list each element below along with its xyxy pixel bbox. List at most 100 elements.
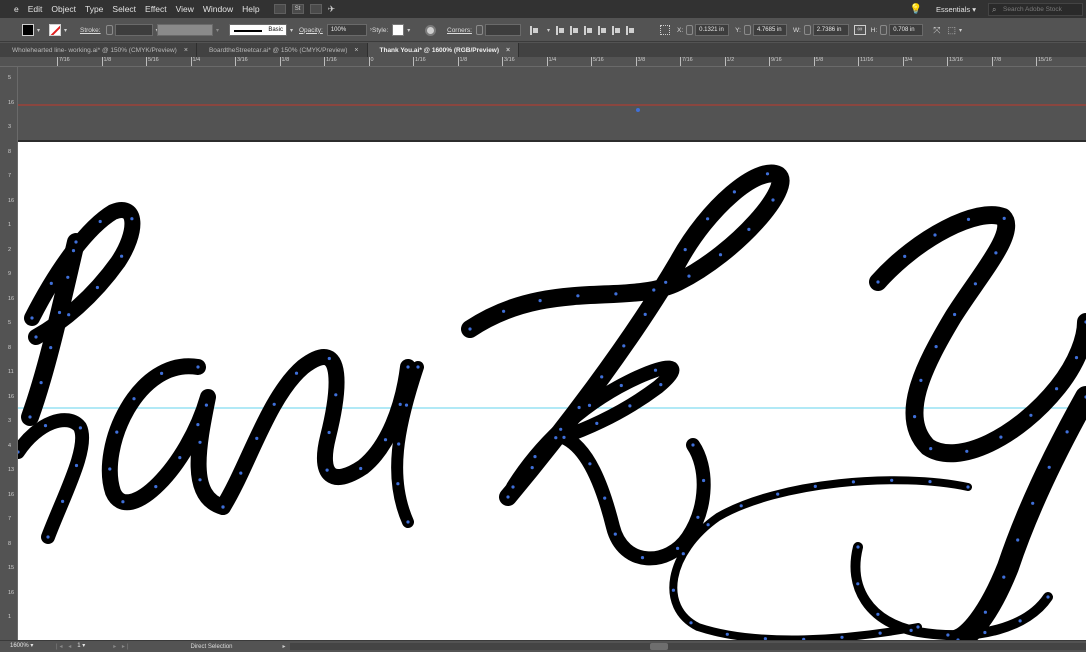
document-canvas[interactable]	[18, 67, 1086, 640]
anchor-point[interactable]	[272, 402, 276, 406]
anchor-point[interactable]	[1046, 595, 1050, 599]
anchor-points-layer[interactable]	[18, 67, 1086, 640]
anchor-point[interactable]	[999, 435, 1003, 439]
workspace-switcher[interactable]: Essentials ▾	[936, 5, 976, 14]
anchor-point[interactable]	[933, 233, 937, 237]
anchor-point[interactable]	[120, 254, 124, 258]
align-bottom-icon[interactable]	[626, 25, 635, 35]
artboard-number[interactable]: 1 ▾	[77, 642, 107, 651]
menu-select[interactable]: Select	[112, 4, 136, 14]
anchor-point[interactable]	[198, 478, 202, 482]
stroke-swatch[interactable]	[49, 24, 61, 36]
anchor-point[interactable]	[1002, 216, 1006, 220]
anchor-point[interactable]	[919, 378, 923, 382]
anchor-point[interactable]	[34, 335, 38, 339]
anchor-point[interactable]	[671, 588, 676, 592]
x-spinner[interactable]	[686, 25, 694, 35]
anchor-point[interactable]	[71, 249, 76, 253]
align-left-icon[interactable]	[556, 25, 565, 35]
artboard-nav-prev[interactable]: |◂ ◂	[56, 643, 73, 650]
corners-field[interactable]	[484, 24, 521, 36]
anchor-point[interactable]	[562, 435, 566, 439]
brush-definition[interactable]: Basic	[229, 24, 287, 36]
status-tool[interactable]: Direct Selection	[191, 644, 279, 650]
w-spinner[interactable]	[803, 25, 811, 35]
anchor-point[interactable]	[530, 466, 534, 470]
menu-object[interactable]: Object	[51, 4, 76, 14]
anchor-point[interactable]	[325, 468, 329, 472]
tab-wholehearted[interactable]: Wholehearted line- working.ai* @ 150% (C…	[0, 43, 197, 57]
anchor-point[interactable]	[61, 499, 65, 503]
anchor-point[interactable]	[30, 316, 34, 320]
tab-boardthestreetcar[interactable]: BoardtheStreetcar.ai* @ 150% (CMYK/Previ…	[197, 43, 368, 57]
anchor-point[interactable]	[39, 381, 43, 385]
anchor-point[interactable]	[653, 368, 658, 372]
anchor-point[interactable]	[851, 480, 856, 484]
arrange-documents-icon[interactable]	[309, 4, 322, 14]
vertical-ruler[interactable]: 5 16 3 8 7 16 1 2 9 16 5 8 11 16 3 4 13 16 7 8 15 16 1	[0, 67, 18, 640]
anchor-point[interactable]	[1055, 387, 1059, 391]
anchor-point[interactable]	[18, 450, 20, 454]
anchor-point[interactable]	[98, 219, 102, 224]
corners-spinner[interactable]	[475, 25, 483, 35]
h-field[interactable]: 0.708 in	[889, 24, 924, 36]
anchor-point[interactable]	[706, 217, 710, 221]
anchor-point[interactable]	[67, 313, 71, 317]
anchor-point[interactable]	[108, 467, 112, 471]
anchor-point[interactable]	[239, 471, 243, 475]
anchor-point[interactable]	[916, 625, 920, 629]
variable-width-profile[interactable]	[157, 24, 213, 36]
anchor-point[interactable]	[587, 403, 592, 407]
anchor-point[interactable]	[595, 421, 599, 425]
h-spinner[interactable]	[880, 25, 888, 35]
anchor-point[interactable]	[725, 632, 729, 636]
stroke-swatch-group[interactable]: ▾	[49, 23, 67, 37]
anchor-point[interactable]	[74, 240, 78, 244]
chevron-down-icon[interactable]: ▾	[64, 27, 67, 34]
anchor-point[interactable]	[198, 440, 202, 444]
anchor-point[interactable]	[404, 403, 409, 407]
fill-swatch-group[interactable]: ▾	[22, 23, 40, 37]
anchor-point[interactable]	[813, 484, 817, 488]
brush-definition-control[interactable]: Basic ▾	[229, 23, 293, 37]
anchor-point[interactable]	[856, 545, 860, 549]
anchor-point[interactable]	[1065, 430, 1069, 434]
anchor-point[interactable]	[691, 443, 695, 447]
anchor-point[interactable]	[696, 515, 700, 519]
anchor-point[interactable]	[327, 356, 331, 361]
anchor-point[interactable]	[878, 631, 882, 635]
anchor-point[interactable]	[49, 346, 53, 350]
menu-view[interactable]: View	[176, 4, 194, 14]
anchor-point[interactable]	[890, 478, 894, 482]
recolor-control[interactable]	[425, 23, 436, 37]
anchor-point[interactable]	[689, 621, 693, 625]
y-spinner[interactable]	[743, 25, 751, 35]
lightbulb-icon[interactable]: 💡	[910, 4, 922, 15]
anchor-point[interactable]	[468, 327, 472, 331]
anchor-point[interactable]	[973, 282, 978, 286]
graphic-style-swatch[interactable]	[392, 24, 405, 36]
anchor-point[interactable]	[966, 485, 970, 489]
anchor-point[interactable]	[327, 430, 331, 435]
menu-type[interactable]: Type	[85, 4, 103, 14]
y-field[interactable]: 4.7685 in	[752, 24, 787, 36]
anchor-point[interactable]	[876, 280, 880, 284]
align-horizontal-center-icon[interactable]	[570, 25, 579, 35]
anchor-point[interactable]	[160, 371, 164, 375]
anchor-point[interactable]	[416, 365, 420, 369]
anchor-point[interactable]	[1074, 356, 1079, 360]
anchor-point[interactable]	[619, 383, 623, 388]
align-to-icon[interactable]	[530, 25, 539, 35]
anchor-point[interactable]	[334, 393, 338, 397]
anchor-point[interactable]	[676, 546, 680, 550]
close-icon[interactable]: ×	[506, 47, 510, 54]
anchor-point[interactable]	[78, 426, 82, 430]
anchor-point[interactable]	[1029, 413, 1033, 417]
anchor-point[interactable]	[614, 292, 618, 296]
close-icon[interactable]: ×	[354, 47, 358, 54]
anchor-point[interactable]	[255, 436, 259, 440]
anchor-point[interactable]	[856, 582, 860, 586]
transform-icon[interactable]: ⤧	[933, 25, 940, 36]
anchor-point[interactable]	[903, 254, 907, 258]
anchor-point[interactable]	[178, 456, 182, 460]
